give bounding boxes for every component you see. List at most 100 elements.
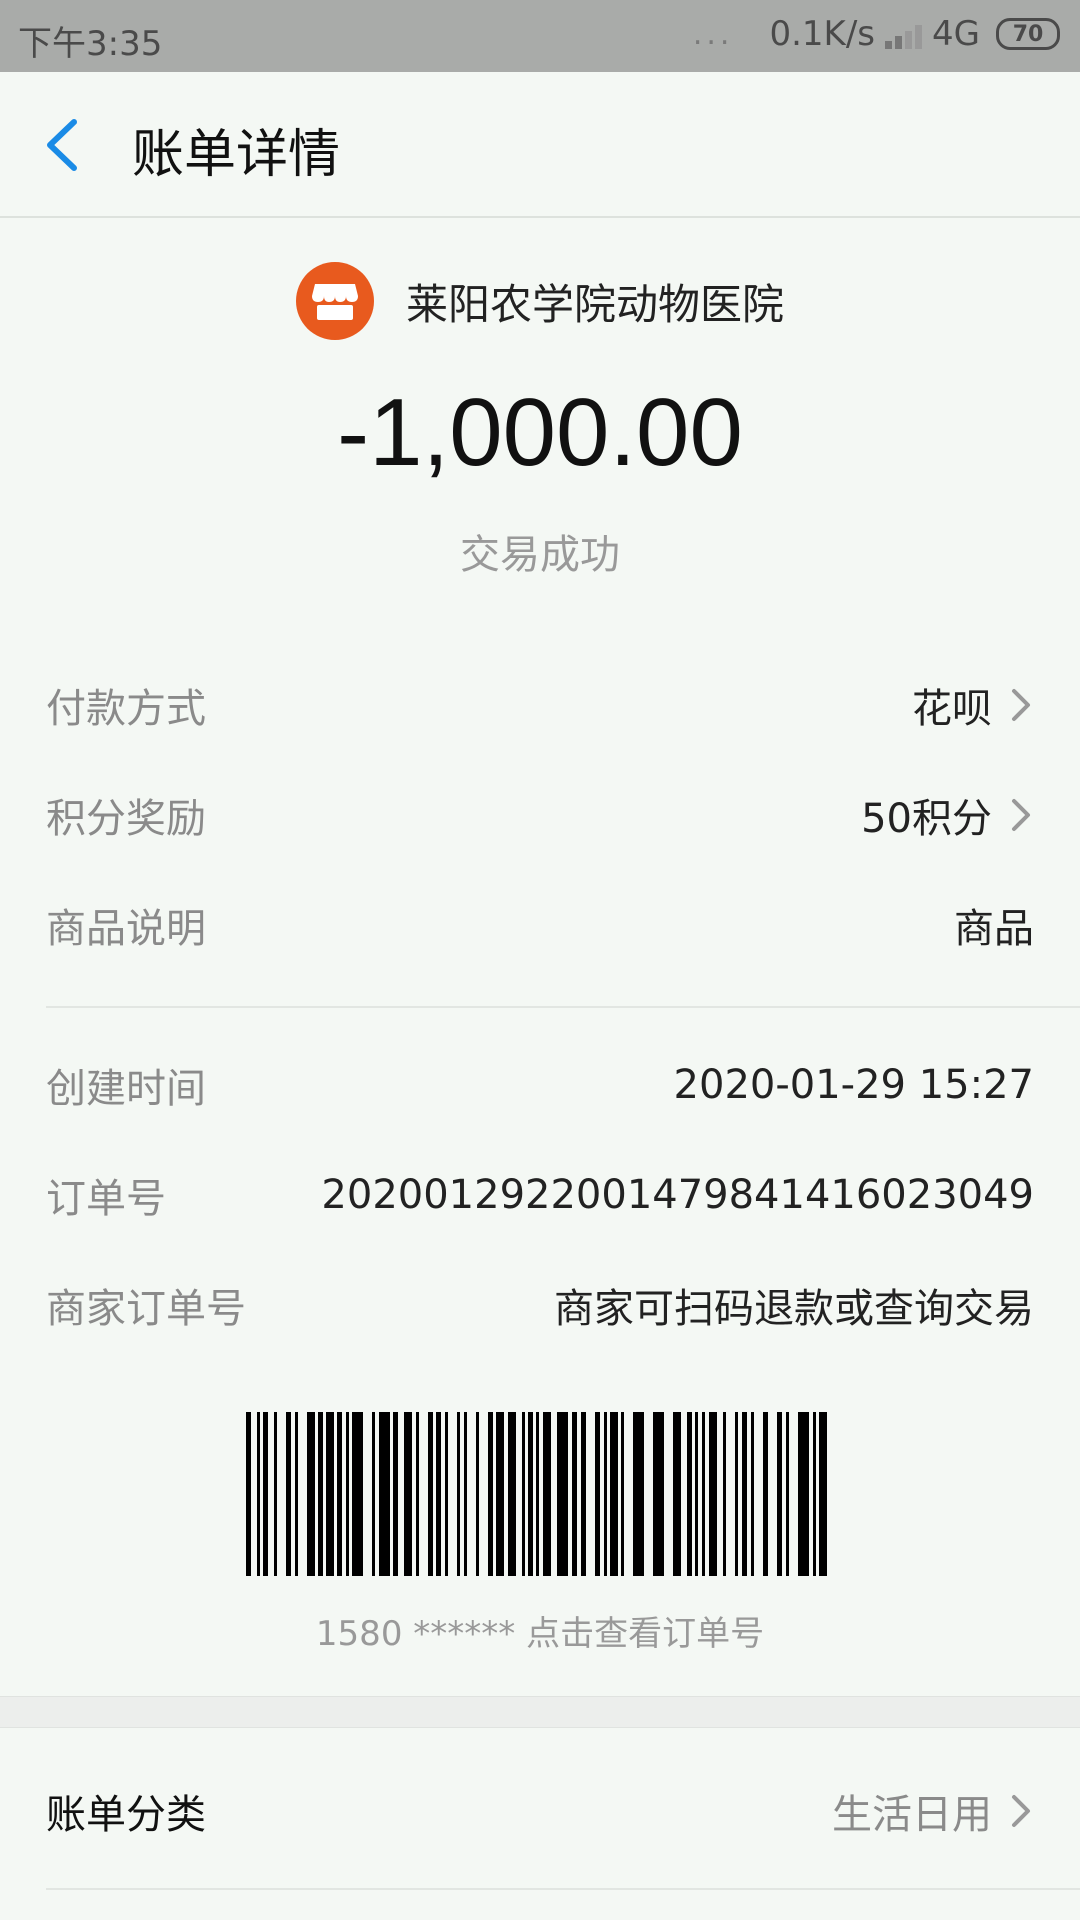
barcode-bar	[346, 1412, 349, 1576]
barcode-bar	[464, 1412, 467, 1576]
barcode-bar	[295, 1412, 298, 1576]
section-divider	[46, 1006, 1080, 1008]
barcode-bar	[687, 1412, 692, 1576]
barcode-bar	[476, 1412, 479, 1576]
row-product-description: 商品说明 商品	[46, 896, 1034, 954]
points-reward-value: 50积分	[861, 796, 992, 842]
barcode-bar	[751, 1412, 754, 1576]
barcode-bar	[723, 1412, 726, 1576]
row-label: 订单号	[46, 1176, 166, 1222]
barcode-bar	[307, 1412, 315, 1576]
row-value: 生活日用	[832, 1782, 1034, 1840]
barcode-bar	[274, 1412, 277, 1576]
row-label: 付款方式	[46, 686, 206, 732]
bottom-divider	[46, 1888, 1080, 1890]
barcode-bar	[416, 1412, 419, 1576]
product-description-value: 商品	[954, 906, 1034, 952]
network-type: 4G	[932, 14, 980, 54]
barcode-bar	[286, 1412, 291, 1576]
barcode-bar	[393, 1412, 398, 1576]
barcode-bar	[536, 1412, 539, 1576]
barcode-bar	[695, 1412, 698, 1576]
barcode-bar	[813, 1412, 816, 1576]
notification-dots: ...	[692, 16, 734, 52]
barcode-bar	[352, 1412, 363, 1576]
barcode-bar	[326, 1412, 334, 1576]
barcode-bar	[488, 1412, 493, 1576]
battery-level: 70	[1012, 21, 1044, 47]
row-created-time: 创建时间 2020-01-29 15:27	[46, 1056, 1034, 1114]
barcode[interactable]	[246, 1412, 834, 1576]
page-title: 账单详情	[132, 125, 341, 185]
barcode-bar	[457, 1412, 460, 1576]
merchant-order-number-value: 商家可扫码退款或查询交易	[554, 1286, 1034, 1332]
row-label: 商家订单号	[46, 1286, 246, 1332]
section-gap	[0, 1696, 1080, 1728]
barcode-bar	[595, 1412, 600, 1576]
created-time-value: 2020-01-29 15:27	[673, 1062, 1034, 1108]
payment-method-value: 花呗	[912, 686, 992, 732]
row-points-reward[interactable]: 积分奖励 50积分	[46, 786, 1034, 844]
row-bill-category[interactable]: 账单分类 生活日用	[46, 1782, 1034, 1840]
barcode-bar	[263, 1412, 268, 1576]
barcode-bar	[581, 1412, 586, 1576]
bill-category-label: 账单分类	[46, 1792, 206, 1838]
barcode-bar	[621, 1412, 624, 1576]
barcode-caption[interactable]: 1580 ****** 点击查看订单号	[0, 1606, 1080, 1655]
barcode-bar	[709, 1412, 717, 1576]
barcode-bar	[819, 1412, 827, 1576]
status-bar: 下午3:35 ... 0.1K/s 4G 70	[0, 0, 1080, 72]
barcode-bar	[404, 1412, 412, 1576]
row-payment-method[interactable]: 付款方式 花呗	[46, 676, 1034, 734]
back-chevron-icon[interactable]	[42, 118, 82, 172]
barcode-bar	[372, 1412, 375, 1576]
barcode-bar	[508, 1412, 516, 1576]
chevron-right-icon	[1012, 689, 1030, 721]
battery-icon: 70	[996, 18, 1060, 50]
row-value: 50积分	[861, 786, 1034, 844]
bill-category-value: 生活日用	[832, 1792, 992, 1838]
header: 账单详情	[0, 72, 1080, 216]
network-speed: 0.1K/s	[769, 14, 876, 54]
row-label: 商品说明	[46, 906, 206, 952]
barcode-bar	[428, 1412, 433, 1576]
row-order-number: 订单号 2020012922001479841416023049	[46, 1166, 1034, 1224]
barcode-bar	[318, 1412, 323, 1576]
barcode-bar	[798, 1412, 809, 1576]
barcode-bar	[702, 1412, 705, 1576]
screen: 下午3:35 ... 0.1K/s 4G 70 账单详情 莱阳农学院动物医院 -…	[0, 0, 1080, 1920]
store-icon	[295, 262, 374, 340]
order-number-value: 2020012922001479841416023049	[321, 1172, 1034, 1218]
barcode-bar	[557, 1412, 568, 1576]
header-divider	[0, 216, 1080, 218]
row-label: 创建时间	[46, 1066, 206, 1112]
barcode-bar	[604, 1412, 607, 1576]
signal-icon	[885, 19, 923, 49]
barcode-bar	[337, 1412, 342, 1576]
row-value: 花呗	[912, 676, 1034, 734]
row-merchant-order-number: 商家订单号 商家可扫码退款或查询交易	[46, 1276, 1034, 1334]
barcode-bar	[763, 1412, 768, 1576]
barcode-bar	[528, 1412, 533, 1576]
barcode-bar	[633, 1412, 644, 1576]
barcode-bar	[742, 1412, 747, 1576]
barcode-bar	[735, 1412, 738, 1576]
barcode-bar	[496, 1412, 504, 1576]
barcode-bar	[786, 1412, 789, 1576]
chevron-right-icon	[1012, 799, 1030, 831]
transaction-status: 交易成功	[460, 532, 620, 578]
barcode-bar	[572, 1412, 577, 1576]
row-label: 积分奖励	[46, 796, 206, 842]
barcode-bar	[653, 1412, 664, 1576]
transaction-amount: -1,000.00	[337, 379, 743, 486]
barcode-bar	[777, 1412, 782, 1576]
barcode-bar	[610, 1412, 618, 1576]
barcode-bar	[246, 1412, 251, 1576]
merchant-info[interactable]: 莱阳农学院动物医院	[0, 262, 1080, 340]
barcode-bar	[673, 1412, 681, 1576]
barcode-bar	[379, 1412, 390, 1576]
barcode-bar	[445, 1412, 448, 1576]
barcode-bar	[436, 1412, 441, 1576]
status-time: 下午3:35	[18, 24, 163, 64]
status-right: ... 0.1K/s 4G 70	[693, 14, 1060, 54]
